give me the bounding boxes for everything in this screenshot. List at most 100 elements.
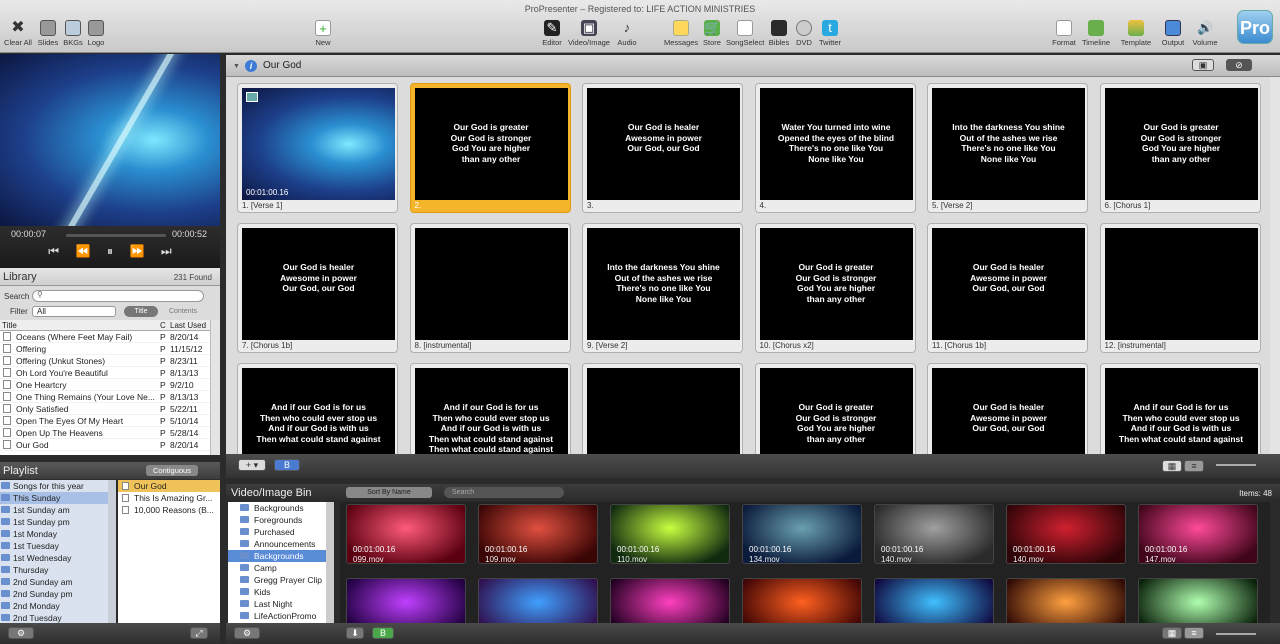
playlist-item[interactable]: This Sunday (0, 492, 116, 504)
bin-folder[interactable]: LifeActionPromo (228, 610, 334, 622)
bin-grid-view-icon[interactable]: ▦ (1162, 627, 1182, 639)
bin-list-view-icon[interactable]: ≡ (1184, 627, 1204, 639)
zoom-slider[interactable] (1216, 464, 1256, 466)
playlist-item[interactable]: 1st Sunday pm (0, 516, 116, 528)
new-button[interactable]: + New (310, 20, 336, 47)
video-thumbnail[interactable]: 00:01:00.16 110.mov (610, 504, 730, 564)
disclosure-triangle-icon[interactable]: ▼ (233, 63, 240, 70)
contiguous-button[interactable]: Contiguous (146, 465, 198, 476)
rewind-icon[interactable]: ⏪ (76, 244, 91, 259)
logo-button[interactable]: Logo (84, 20, 108, 47)
col-last-used[interactable]: Last Used (170, 321, 206, 330)
row-checkbox[interactable] (3, 368, 11, 377)
bin-tree-scrollbar[interactable] (326, 502, 334, 623)
bin-search-input[interactable]: Search (444, 487, 564, 498)
bin-folder[interactable]: Backgrounds (228, 550, 334, 562)
title-toggle-button[interactable]: Title (124, 306, 158, 317)
grid-view-icon[interactable]: ▦ (1162, 460, 1182, 472)
slide-thumbnail[interactable]: And if our God is for us Then who could … (237, 363, 398, 454)
skip-forward-icon[interactable]: ⏭ (161, 244, 172, 259)
playlist-item[interactable]: 2nd Sunday am (0, 576, 116, 588)
video-image-button[interactable]: ▣ Video/Image (566, 20, 612, 47)
row-checkbox[interactable] (3, 356, 11, 365)
slide-thumbnail[interactable]: Our God is greater Our God is stronger G… (754, 363, 916, 454)
sort-select[interactable]: Sort By Name (346, 487, 432, 498)
slide-thumbnail[interactable]: Our God is healer Awesome in power Our G… (237, 223, 398, 353)
playlist-item[interactable]: Songs for this year (0, 480, 116, 492)
playlist-item[interactable]: 1st Monday (0, 528, 116, 540)
expand-icon[interactable]: ⤢ (190, 627, 208, 639)
playlist-item[interactable]: 2nd Tuesday (0, 612, 116, 623)
playlist-item[interactable]: 1st Sunday am (0, 504, 116, 516)
dvd-button[interactable]: DVD (794, 20, 814, 47)
col-title[interactable]: Title (2, 321, 17, 330)
library-search-input[interactable]: ⚲ (32, 290, 204, 302)
bibles-button[interactable]: Bibles (766, 20, 792, 47)
slide-thumbnail[interactable]: Into the darkness You shine Out of the a… (927, 83, 1088, 213)
row-checkbox[interactable] (3, 440, 11, 449)
skip-back-icon[interactable]: ⏮ (48, 244, 59, 259)
clear-all-button[interactable]: ✖ Clear All (3, 20, 33, 48)
output-button[interactable]: Output (1158, 20, 1188, 47)
library-row[interactable]: One Thing Remains (Your Love Ne... P 8/13/… (0, 391, 210, 403)
video-thumbnail[interactable]: 00:01:00.16 147.mov (1138, 504, 1258, 564)
bin-folder[interactable]: Gregg Prayer Clip (228, 574, 334, 586)
slides-button[interactable]: Slides (36, 20, 60, 47)
row-checkbox[interactable] (3, 332, 11, 341)
template-button[interactable]: Template (1118, 20, 1154, 47)
video-thumbnail[interactable] (346, 578, 466, 623)
bin-folder[interactable]: Camp (228, 562, 334, 574)
twitter-button[interactable]: t Twitter (816, 20, 844, 47)
playlist-song[interactable]: 10,000 Reasons (B... (118, 504, 220, 516)
playlist-song[interactable]: This Is Amazing Gr... (118, 492, 220, 504)
gear-icon[interactable]: ⚙ (8, 627, 34, 639)
library-row[interactable]: Only Satisfied P 5/22/11 (0, 403, 210, 415)
slide-thumbnail[interactable]: 00:01:00.16 1. [Verse 1] (237, 83, 398, 213)
video-thumbnail[interactable] (1138, 578, 1258, 623)
slide-thumbnail[interactable]: 12. [instrumental] (1099, 223, 1261, 353)
row-checkbox[interactable] (3, 428, 11, 437)
slide-thumbnail[interactable]: Our God is healer Awesome in power Our G… (927, 223, 1088, 353)
library-row[interactable]: Open The Eyes Of My Heart P 5/10/14 (0, 415, 210, 427)
bin-folder[interactable]: Kids (228, 586, 334, 598)
video-thumbnail[interactable] (478, 578, 598, 623)
video-thumbnail[interactable]: 00:01:00.16 109.mov (478, 504, 598, 564)
library-row[interactable]: One Heartcry P 9/2/10 (0, 379, 210, 391)
bin-folder[interactable]: Foregrounds (228, 514, 334, 526)
no-entry-icon[interactable]: ⊘ (1226, 59, 1252, 71)
slide-thumbnail[interactable] (582, 363, 743, 454)
slide-view-icon[interactable]: ▣ (1192, 59, 1214, 71)
row-checkbox[interactable] (3, 380, 11, 389)
slide-thumbnail[interactable]: And if our God is for us Then who could … (409, 363, 571, 454)
slide-thumbnail[interactable]: And if our God is for us Then who could … (1099, 363, 1261, 454)
timeline-button[interactable]: Timeline (1080, 20, 1112, 47)
bin-folder[interactable]: Backgrounds (228, 502, 334, 514)
bin-gear-icon[interactable]: ⚙ (234, 627, 260, 639)
video-thumbnail[interactable]: 00:01:00.16 140.mov (1006, 504, 1126, 564)
pause-icon[interactable]: ⏸ (107, 244, 113, 259)
add-slide-button[interactable]: + ▾ (238, 459, 266, 471)
list-view-icon[interactable]: ≡ (1184, 460, 1204, 472)
bin-folder[interactable]: Announcements (228, 538, 334, 550)
playlist-item[interactable]: 2nd Sunday pm (0, 588, 116, 600)
library-row[interactable]: Offering (Unkut Stones) P 8/23/11 (0, 355, 210, 367)
video-thumbnail[interactable]: 00:01:00.16 099.mov (346, 504, 466, 564)
library-row[interactable]: Our God P 8/20/14 (0, 439, 210, 451)
audio-button[interactable]: ♪ Audio (614, 20, 640, 47)
bin-zoom-slider[interactable] (1216, 633, 1256, 635)
video-thumbnail[interactable] (874, 578, 994, 623)
library-row[interactable]: Oh Lord You're Beautiful P 8/13/13 (0, 367, 210, 379)
video-thumbnail[interactable] (742, 578, 862, 623)
store-button[interactable]: 🛒 Store (700, 20, 724, 47)
playlist-item[interactable]: 1st Wednesday (0, 552, 116, 564)
playlist-song[interactable]: Our God (118, 480, 220, 492)
bin-folder[interactable]: Purchased (228, 526, 334, 538)
bkgs-button[interactable]: BKGs (61, 20, 85, 47)
video-thumbnail[interactable] (610, 578, 730, 623)
slide-thumbnail[interactable]: Our God is greater Our God is stronger G… (1099, 83, 1261, 213)
format-button[interactable]: Format (1050, 20, 1078, 47)
fast-forward-icon[interactable]: ⏩ (129, 244, 144, 259)
songselect-button[interactable]: SongSelect (726, 20, 764, 47)
bin-folder[interactable]: Last Night (228, 598, 334, 610)
col-c[interactable]: C (160, 321, 166, 330)
